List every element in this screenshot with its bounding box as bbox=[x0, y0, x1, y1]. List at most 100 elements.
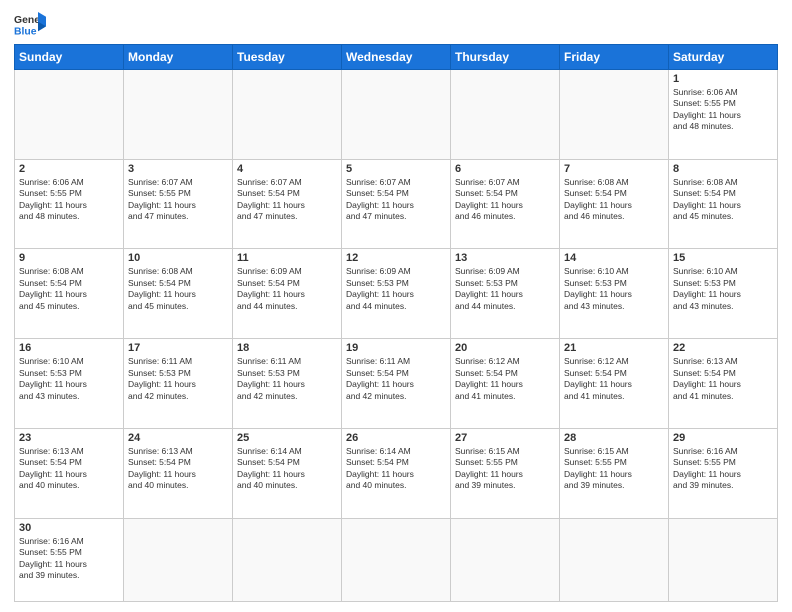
day-info: Sunrise: 6:08 AMSunset: 5:54 PMDaylight:… bbox=[564, 177, 664, 223]
calendar-cell: 14 Sunrise: 6:10 AMSunset: 5:53 PMDayligh… bbox=[560, 249, 669, 339]
calendar-week-row: 2 Sunrise: 6:06 AMSunset: 5:55 PMDaylight… bbox=[15, 159, 778, 249]
calendar-cell: 28 Sunrise: 6:15 AMSunset: 5:55 PMDayligh… bbox=[560, 428, 669, 518]
calendar-cell: 27Sunrise: 6:15 AMSunset: 5:55 PMDayligh… bbox=[451, 428, 560, 518]
calendar-cell: 20 Sunrise: 6:12 AMSunset: 5:54 PMDayligh… bbox=[451, 339, 560, 429]
day-info: Sunrise: 6:08 AMSunset: 5:54 PMDaylight:… bbox=[673, 177, 773, 223]
day-number: 12 bbox=[346, 252, 446, 264]
day-number: 18 bbox=[237, 342, 337, 354]
day-number: 15 bbox=[673, 252, 773, 264]
calendar-cell bbox=[233, 518, 342, 601]
day-number: 9 bbox=[19, 252, 119, 264]
day-info: Sunrise: 6:09 AMSunset: 5:53 PMDaylight:… bbox=[346, 266, 446, 312]
calendar-week-row: 30 Sunrise: 6:16 AMSunset: 5:55 PMDayligh… bbox=[15, 518, 778, 601]
day-number: 22 bbox=[673, 342, 773, 354]
calendar-cell: 24 Sunrise: 6:13 AMSunset: 5:54 PMDayligh… bbox=[124, 428, 233, 518]
day-info: Sunrise: 6:07 AMSunset: 5:54 PMDaylight:… bbox=[237, 177, 337, 223]
day-info: Sunrise: 6:16 AMSunset: 5:55 PMDaylight:… bbox=[673, 446, 773, 492]
day-info: Sunrise: 6:15 AMSunset: 5:55 PMDaylight:… bbox=[564, 446, 664, 492]
day-info: Sunrise: 6:09 AMSunset: 5:54 PMDaylight:… bbox=[237, 266, 337, 312]
calendar-cell bbox=[560, 70, 669, 160]
day-number: 2 bbox=[19, 163, 119, 175]
calendar-cell: 21 Sunrise: 6:12 AMSunset: 5:54 PMDayligh… bbox=[560, 339, 669, 429]
calendar-cell bbox=[451, 70, 560, 160]
calendar-cell: 16 Sunrise: 6:10 AMSunset: 5:53 PMDayligh… bbox=[15, 339, 124, 429]
day-number: 11 bbox=[237, 252, 337, 264]
calendar-table: SundayMondayTuesdayWednesdayThursdayFrid… bbox=[14, 44, 778, 602]
day-info: Sunrise: 6:07 AMSunset: 5:55 PMDaylight:… bbox=[128, 177, 228, 223]
day-number: 28 bbox=[564, 432, 664, 444]
day-info: Sunrise: 6:15 AMSunset: 5:55 PMDaylight:… bbox=[455, 446, 555, 492]
day-info: Sunrise: 6:12 AMSunset: 5:54 PMDaylight:… bbox=[564, 356, 664, 402]
calendar-week-row: 1 Sunrise: 6:06 AMSunset: 5:55 PMDaylight… bbox=[15, 70, 778, 160]
calendar-cell bbox=[451, 518, 560, 601]
calendar-header-sunday: Sunday bbox=[15, 45, 124, 70]
calendar-cell: 23Sunrise: 6:13 AMSunset: 5:54 PMDayligh… bbox=[15, 428, 124, 518]
calendar-cell: 3Sunrise: 6:07 AMSunset: 5:55 PMDaylight… bbox=[124, 159, 233, 249]
day-number: 30 bbox=[19, 522, 119, 534]
day-number: 1 bbox=[673, 73, 773, 85]
calendar-cell: 26Sunrise: 6:14 AMSunset: 5:54 PMDayligh… bbox=[342, 428, 451, 518]
day-number: 8 bbox=[673, 163, 773, 175]
day-info: Sunrise: 6:11 AMSunset: 5:53 PMDaylight:… bbox=[128, 356, 228, 402]
calendar-cell: 2 Sunrise: 6:06 AMSunset: 5:55 PMDaylight… bbox=[15, 159, 124, 249]
day-info: Sunrise: 6:13 AMSunset: 5:54 PMDaylight:… bbox=[19, 446, 119, 492]
day-number: 6 bbox=[455, 163, 555, 175]
day-info: Sunrise: 6:09 AMSunset: 5:53 PMDaylight:… bbox=[455, 266, 555, 312]
day-info: Sunrise: 6:10 AMSunset: 5:53 PMDaylight:… bbox=[673, 266, 773, 312]
calendar-week-row: 9 Sunrise: 6:08 AMSunset: 5:54 PMDaylight… bbox=[15, 249, 778, 339]
day-number: 17 bbox=[128, 342, 228, 354]
page: General Blue SundayMondayTuesdayWednesda… bbox=[0, 0, 792, 612]
day-number: 10 bbox=[128, 252, 228, 264]
calendar-cell: 18 Sunrise: 6:11 AMSunset: 5:53 PMDayligh… bbox=[233, 339, 342, 429]
logo: General Blue bbox=[14, 10, 46, 38]
calendar-header-wednesday: Wednesday bbox=[342, 45, 451, 70]
calendar-cell: 5 Sunrise: 6:07 AMSunset: 5:54 PMDaylight… bbox=[342, 159, 451, 249]
day-info: Sunrise: 6:07 AMSunset: 5:54 PMDaylight:… bbox=[346, 177, 446, 223]
calendar-header-saturday: Saturday bbox=[669, 45, 778, 70]
day-info: Sunrise: 6:13 AMSunset: 5:54 PMDaylight:… bbox=[128, 446, 228, 492]
calendar-cell: 22Sunrise: 6:13 AMSunset: 5:54 PMDayligh… bbox=[669, 339, 778, 429]
day-info: Sunrise: 6:11 AMSunset: 5:53 PMDaylight:… bbox=[237, 356, 337, 402]
calendar-cell bbox=[342, 70, 451, 160]
day-info: Sunrise: 6:06 AMSunset: 5:55 PMDaylight:… bbox=[673, 87, 773, 133]
day-number: 20 bbox=[455, 342, 555, 354]
calendar-header-row: SundayMondayTuesdayWednesdayThursdayFrid… bbox=[15, 45, 778, 70]
day-info: Sunrise: 6:08 AMSunset: 5:54 PMDaylight:… bbox=[128, 266, 228, 312]
calendar-cell: 4 Sunrise: 6:07 AMSunset: 5:54 PMDaylight… bbox=[233, 159, 342, 249]
calendar-cell bbox=[233, 70, 342, 160]
day-info: Sunrise: 6:16 AMSunset: 5:55 PMDaylight:… bbox=[19, 536, 119, 582]
calendar-cell: 25 Sunrise: 6:14 AMSunset: 5:54 PMDayligh… bbox=[233, 428, 342, 518]
day-number: 14 bbox=[564, 252, 664, 264]
day-number: 19 bbox=[346, 342, 446, 354]
calendar-header-monday: Monday bbox=[124, 45, 233, 70]
day-info: Sunrise: 6:10 AMSunset: 5:53 PMDaylight:… bbox=[19, 356, 119, 402]
calendar-cell bbox=[124, 70, 233, 160]
calendar-cell: 13 Sunrise: 6:09 AMSunset: 5:53 PMDayligh… bbox=[451, 249, 560, 339]
calendar-cell: 12 Sunrise: 6:09 AMSunset: 5:53 PMDayligh… bbox=[342, 249, 451, 339]
day-number: 24 bbox=[128, 432, 228, 444]
day-info: Sunrise: 6:12 AMSunset: 5:54 PMDaylight:… bbox=[455, 356, 555, 402]
day-number: 16 bbox=[19, 342, 119, 354]
day-number: 5 bbox=[346, 163, 446, 175]
day-number: 21 bbox=[564, 342, 664, 354]
calendar-cell: 17 Sunrise: 6:11 AMSunset: 5:53 PMDayligh… bbox=[124, 339, 233, 429]
calendar-cell: 11 Sunrise: 6:09 AMSunset: 5:54 PMDayligh… bbox=[233, 249, 342, 339]
calendar-header-tuesday: Tuesday bbox=[233, 45, 342, 70]
calendar-cell: 9Sunrise: 6:08 AMSunset: 5:54 PMDaylight… bbox=[15, 249, 124, 339]
calendar-cell bbox=[669, 518, 778, 601]
day-number: 4 bbox=[237, 163, 337, 175]
svg-text:Blue: Blue bbox=[14, 26, 37, 37]
day-info: Sunrise: 6:06 AMSunset: 5:55 PMDaylight:… bbox=[19, 177, 119, 223]
calendar-cell bbox=[124, 518, 233, 601]
day-number: 25 bbox=[237, 432, 337, 444]
day-info: Sunrise: 6:14 AMSunset: 5:54 PMDaylight:… bbox=[237, 446, 337, 492]
calendar-week-row: 16 Sunrise: 6:10 AMSunset: 5:53 PMDayligh… bbox=[15, 339, 778, 429]
calendar-cell: 19 Sunrise: 6:11 AMSunset: 5:54 PMDayligh… bbox=[342, 339, 451, 429]
calendar-cell: 29Sunrise: 6:16 AMSunset: 5:55 PMDayligh… bbox=[669, 428, 778, 518]
day-info: Sunrise: 6:10 AMSunset: 5:53 PMDaylight:… bbox=[564, 266, 664, 312]
day-number: 13 bbox=[455, 252, 555, 264]
logo-icon: General Blue bbox=[14, 10, 46, 38]
day-number: 26 bbox=[346, 432, 446, 444]
day-info: Sunrise: 6:11 AMSunset: 5:54 PMDaylight:… bbox=[346, 356, 446, 402]
calendar-cell: 8 Sunrise: 6:08 AMSunset: 5:54 PMDaylight… bbox=[669, 159, 778, 249]
